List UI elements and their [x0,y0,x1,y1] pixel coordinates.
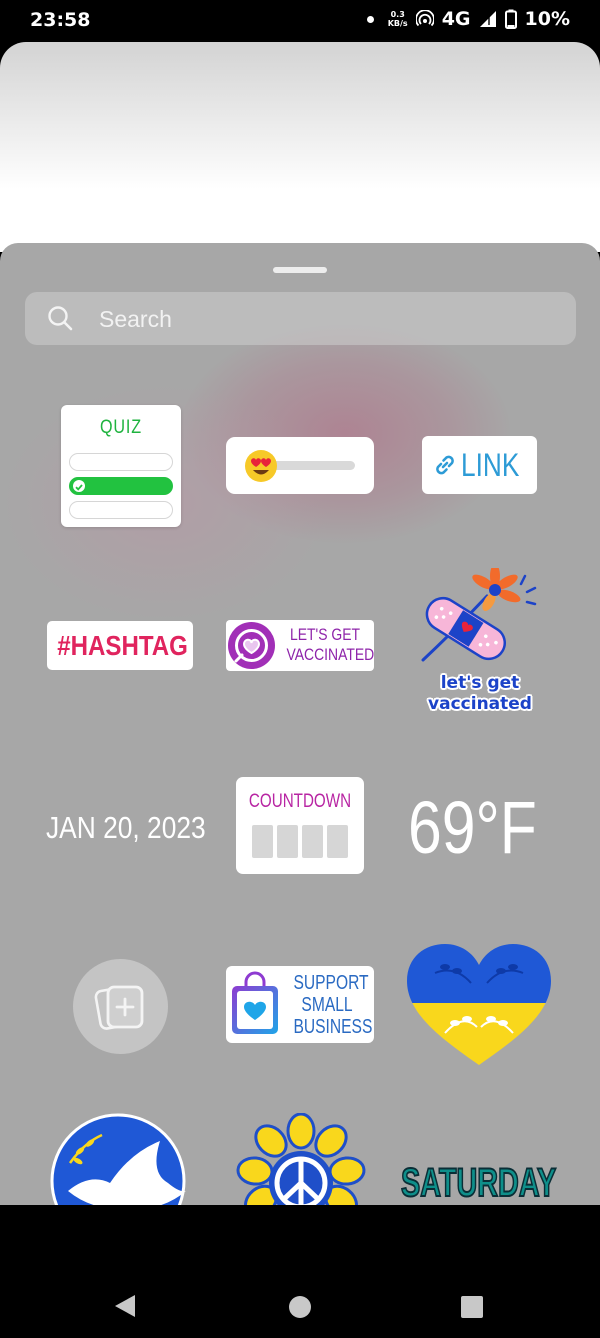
saturday-sticker[interactable]: SATURDAY [400,1160,557,1205]
vaccinated-art-label: let's get vaccinated [428,673,532,714]
link-sticker[interactable]: LINK [422,436,537,494]
signal-icon [479,11,496,27]
countdown-sticker[interactable]: COUNTDOWN [236,777,364,874]
temperature-label: 69°F [408,786,537,869]
status-time: 23:58 [30,9,91,31]
home-icon[interactable] [289,1296,311,1318]
link-label: LINK [461,446,520,483]
support-small-business-sticker[interactable]: SUPPORT SMALL BUSINESS [226,966,374,1043]
ukraine-heart-sticker[interactable] [405,943,553,1067]
drag-handle[interactable] [273,267,327,273]
countdown-title: COUNTDOWN [248,791,352,812]
quiz-option [69,453,173,471]
quiz-sticker[interactable]: QUIZ [61,405,181,527]
status-bar: 23:58 0.3 KB/s 4G 10% [0,0,600,42]
hotspot-icon [415,10,434,27]
sunflower-peace-icon [236,1111,366,1205]
heart-eyes-emoji-icon [245,450,277,482]
countdown-digit [302,825,323,858]
dove-icon [50,1113,186,1205]
hashtag-label: #HASHTAG [57,630,188,661]
recents-icon[interactable] [461,1296,483,1318]
quiz-title: QUIZ [100,417,142,438]
quiz-option [69,501,173,519]
battery-level: 10% [524,8,570,30]
add-yours-icon [94,985,144,1030]
vaccinated-flower-sticker[interactable]: let's get vaccinated [417,564,547,748]
hashtag-sticker[interactable]: #HASHTAG [47,621,193,670]
search-bar[interactable] [25,292,576,347]
story-canvas [0,42,600,252]
link-icon [436,455,454,475]
countdown-digit [327,825,348,858]
back-icon[interactable] [113,1293,137,1319]
sunflower-peace-sticker[interactable] [230,1111,372,1205]
notification-dot-icon [366,15,374,23]
network-type: 4G [441,8,471,30]
check-icon [73,480,85,492]
search-input[interactable] [97,292,541,347]
saturday-label: SATURDAY [400,1160,557,1205]
support-label: SUPPORT SMALL BUSINESS [293,972,373,1038]
add-yours-sticker[interactable] [73,959,168,1054]
battery-icon [504,9,517,29]
bandage-flower-icon [421,564,537,662]
quiz-option-correct [69,477,173,495]
sticker-sheet: QUIZ LINK #HASHTAG [0,243,600,1205]
date-label: JAN 20, 2023 [46,810,206,845]
shopping-bag-heart-icon [232,971,278,1034]
date-sticker[interactable]: JAN 20, 2023 [40,806,206,850]
vaccinated-label: LET'S GET VACCINATED [286,625,375,664]
dove-sticker[interactable] [50,1113,190,1205]
temperature-sticker[interactable]: 69°F [408,783,553,873]
search-icon [48,306,73,331]
network-speed: 0.3 KB/s [387,10,408,28]
countdown-digit [252,825,273,858]
countdown-digit [277,825,298,858]
status-icons: 0.3 KB/s 4G 10% [366,8,570,30]
vaccinated-heart-icon [228,622,275,669]
emoji-slider-sticker[interactable] [226,437,374,494]
vaccinated-box-sticker[interactable]: LET'S GET VACCINATED [226,620,374,671]
ukraine-heart-icon [407,944,551,1065]
system-nav-bar [0,1205,600,1338]
